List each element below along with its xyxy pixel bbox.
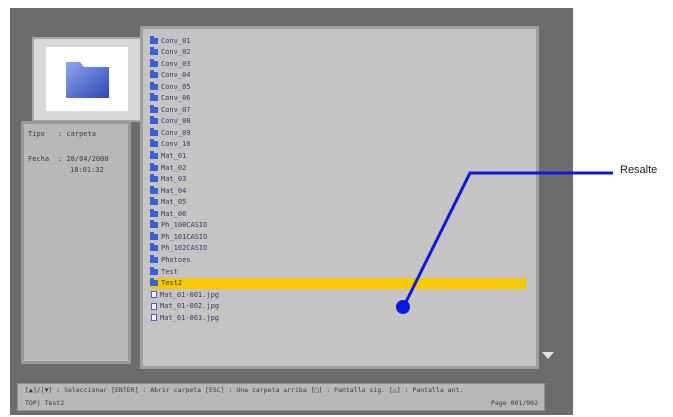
callout-overlay: [396, 171, 613, 314]
callout-label: Resalte: [620, 164, 658, 176]
callout-dot: [396, 300, 410, 314]
callout-line: [401, 171, 613, 309]
